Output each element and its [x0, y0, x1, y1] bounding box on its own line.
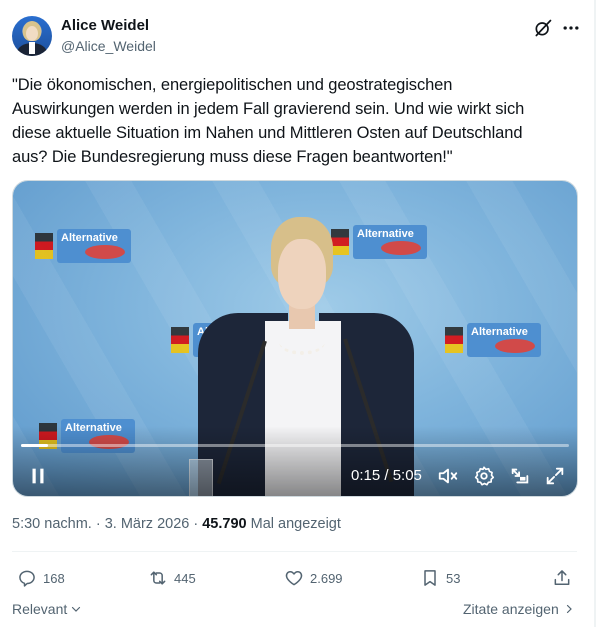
mute-icon[interactable]	[437, 465, 459, 487]
reply-count: 168	[43, 570, 65, 586]
tweet-text: "Die ökonomischen, energiepolitischen un…	[12, 76, 525, 166]
video-progress-fill	[21, 444, 49, 447]
divider	[12, 551, 577, 552]
fullscreen-icon[interactable]	[544, 465, 566, 487]
more-options-icon[interactable]	[561, 18, 581, 38]
tweet-time[interactable]: 5:30 nachm.	[12, 516, 92, 532]
video-player[interactable]: Alternative Alternative Alternative Alte…	[12, 180, 578, 497]
bookmark-icon	[424, 570, 436, 586]
afd-logo: Alternative	[331, 225, 427, 259]
afd-logo: Alternative	[445, 323, 541, 357]
afd-logo: Alternative	[35, 229, 131, 263]
sort-label: Relevant	[12, 601, 68, 617]
chevron-down-icon	[72, 606, 81, 612]
author-name[interactable]: Alice Weidel	[61, 17, 149, 34]
tweet-date[interactable]: 3. März 2026	[105, 516, 190, 532]
bookmark-count: 53	[446, 570, 461, 586]
avatar[interactable]	[12, 16, 52, 56]
necklace	[279, 329, 325, 355]
like-button[interactable]: 2.699	[284, 567, 343, 589]
heart-icon	[285, 571, 303, 586]
share-icon	[554, 570, 570, 585]
speaker	[278, 239, 326, 309]
settings-icon[interactable]	[473, 465, 495, 487]
grok-icon[interactable]	[533, 18, 553, 38]
repost-count: 445	[174, 570, 196, 586]
chevron-right-icon	[566, 604, 572, 614]
picture-in-picture-icon[interactable]	[509, 465, 531, 487]
author-handle[interactable]: @Alice_Weidel	[61, 38, 156, 54]
repost-icon	[150, 571, 166, 585]
like-count: 2.699	[310, 570, 343, 586]
video-progress-bar[interactable]	[21, 444, 569, 447]
view-count: 45.790	[202, 516, 247, 532]
repost-button[interactable]: 445	[148, 567, 196, 589]
reply-icon	[19, 570, 35, 587]
bookmark-button[interactable]: 53	[420, 567, 460, 589]
view-quotes-link[interactable]: Zitate anzeigen	[463, 601, 575, 617]
pause-icon[interactable]	[27, 465, 49, 487]
sort-replies-dropdown[interactable]: Relevant	[12, 601, 82, 617]
video-time: 0:15 / 5:05	[351, 467, 422, 484]
quotes-label: Zitate anzeigen	[463, 601, 559, 617]
share-button[interactable]	[552, 567, 572, 589]
tweet-meta: 5:30 nachm. · 3. März 2026 · 45.790 Mal …	[12, 516, 341, 532]
view-label: Mal angezeigt	[250, 516, 341, 532]
reply-button[interactable]: 168	[17, 567, 65, 589]
